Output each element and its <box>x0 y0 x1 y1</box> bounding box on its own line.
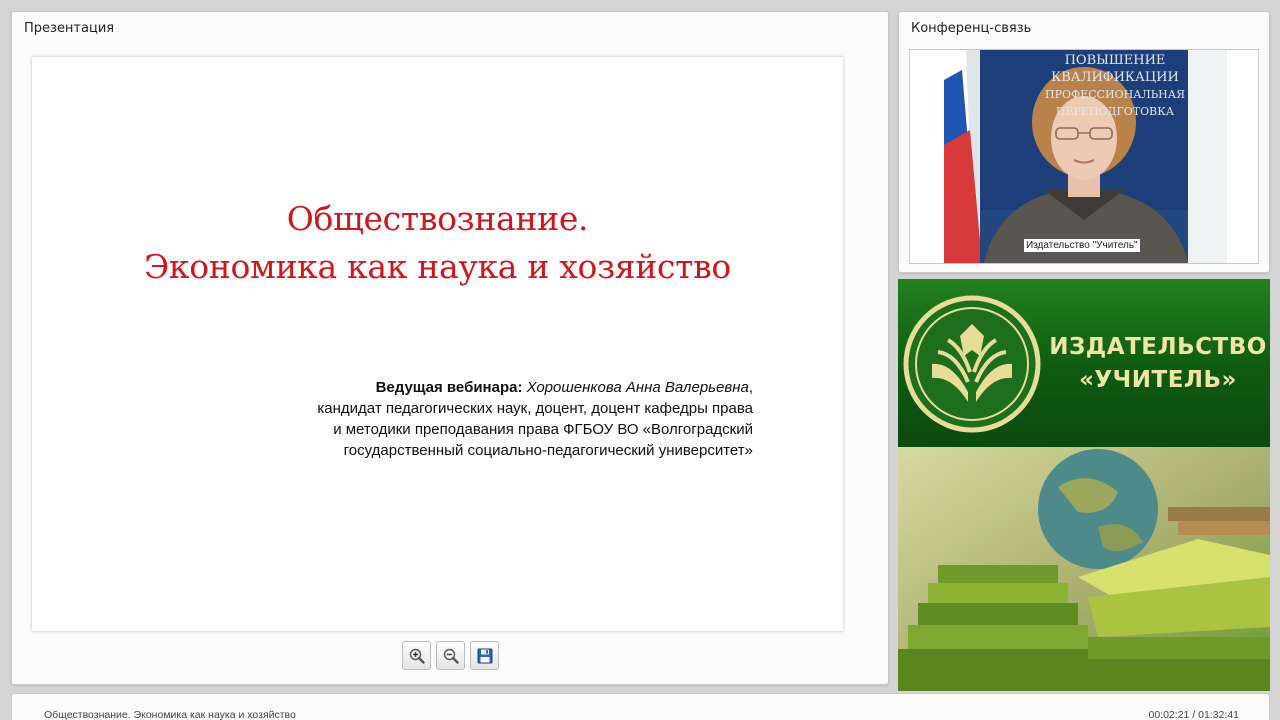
save-button[interactable] <box>470 641 499 670</box>
publisher-name: ИЗДАТЕЛЬСТВО «УЧИТЕЛЬ» <box>1046 331 1270 397</box>
host-desc-line-1: кандидат педагогических наук, доцент, до… <box>317 400 753 417</box>
status-bar: Обществознание. Экономика как наука и хо… <box>11 693 1270 720</box>
presentation-slide: Обществознание. Экономика как наука и хо… <box>32 57 843 631</box>
host-label: Ведущая вебинара: <box>375 379 523 396</box>
slide-title: Обществознание. Экономика как наука и хо… <box>32 195 843 291</box>
video-banner-text: ПОВЫШЕНИЕ КВАЛИФИКАЦИИ ПРОФЕССИОНАЛЬНАЯ … <box>1045 53 1185 118</box>
save-icon <box>477 648 492 663</box>
presentation-panel-title: Презентация <box>24 21 115 36</box>
slide-host-info: Ведущая вебинара: Хорошенкова Анна Валер… <box>233 377 753 461</box>
host-name: Хорошенкова Анна Валерьевна <box>526 379 749 396</box>
playback-time: 00:02:21 / 01:32:41 <box>1148 709 1240 720</box>
zoom-in-icon <box>409 648 425 664</box>
host-desc-line-3: государственный социально-педагогический… <box>343 442 753 459</box>
presentation-panel: Презентация Обществознание. Экономика ка… <box>11 11 889 685</box>
zoom-in-button[interactable] <box>402 641 431 670</box>
video-frame: ПОВЫШЕНИЕ КВАЛИФИКАЦИИ ПРОФЕССИОНАЛЬНАЯ … <box>944 50 1227 263</box>
publisher-logo-icon <box>903 295 1041 433</box>
publisher-name-line-2: «УЧИТЕЛЬ» <box>1079 367 1237 393</box>
publisher-name-line-1: ИЗДАТЕЛЬСТВО <box>1049 334 1267 360</box>
slide-toolbar <box>402 641 499 670</box>
brand-panel: ИЗДАТЕЛЬСТВО «УЧИТЕЛЬ» <box>898 279 1270 691</box>
conference-panel-title: Конференц-связь <box>911 21 1032 36</box>
books-globe-image <box>898 447 1270 691</box>
zoom-out-icon <box>443 648 459 664</box>
conference-panel: Конференц-связь ПОВЫШЕНИЕ КВАЛИФИКАЦИИ П… <box>898 11 1270 273</box>
slide-title-line-1: Обществознание. <box>286 199 589 238</box>
slide-title-line-2: Экономика как наука и хозяйство <box>143 247 731 286</box>
participant-name: Издательство "Учитель" <box>1024 239 1140 252</box>
zoom-out-button[interactable] <box>436 641 465 670</box>
host-line-1: Ведущая вебинара: Хорошенкова Анна Валер… <box>375 379 753 396</box>
video-feed[interactable]: ПОВЫШЕНИЕ КВАЛИФИКАЦИИ ПРОФЕССИОНАЛЬНАЯ … <box>909 49 1259 264</box>
brand-books-illustration <box>898 447 1270 691</box>
status-presentation-title: Обществознание. Экономика как наука и хо… <box>44 709 296 720</box>
host-desc-line-2: и методики преподавания права ФГБОУ ВО «… <box>333 421 753 438</box>
brand-header: ИЗДАТЕЛЬСТВО «УЧИТЕЛЬ» <box>898 279 1270 447</box>
